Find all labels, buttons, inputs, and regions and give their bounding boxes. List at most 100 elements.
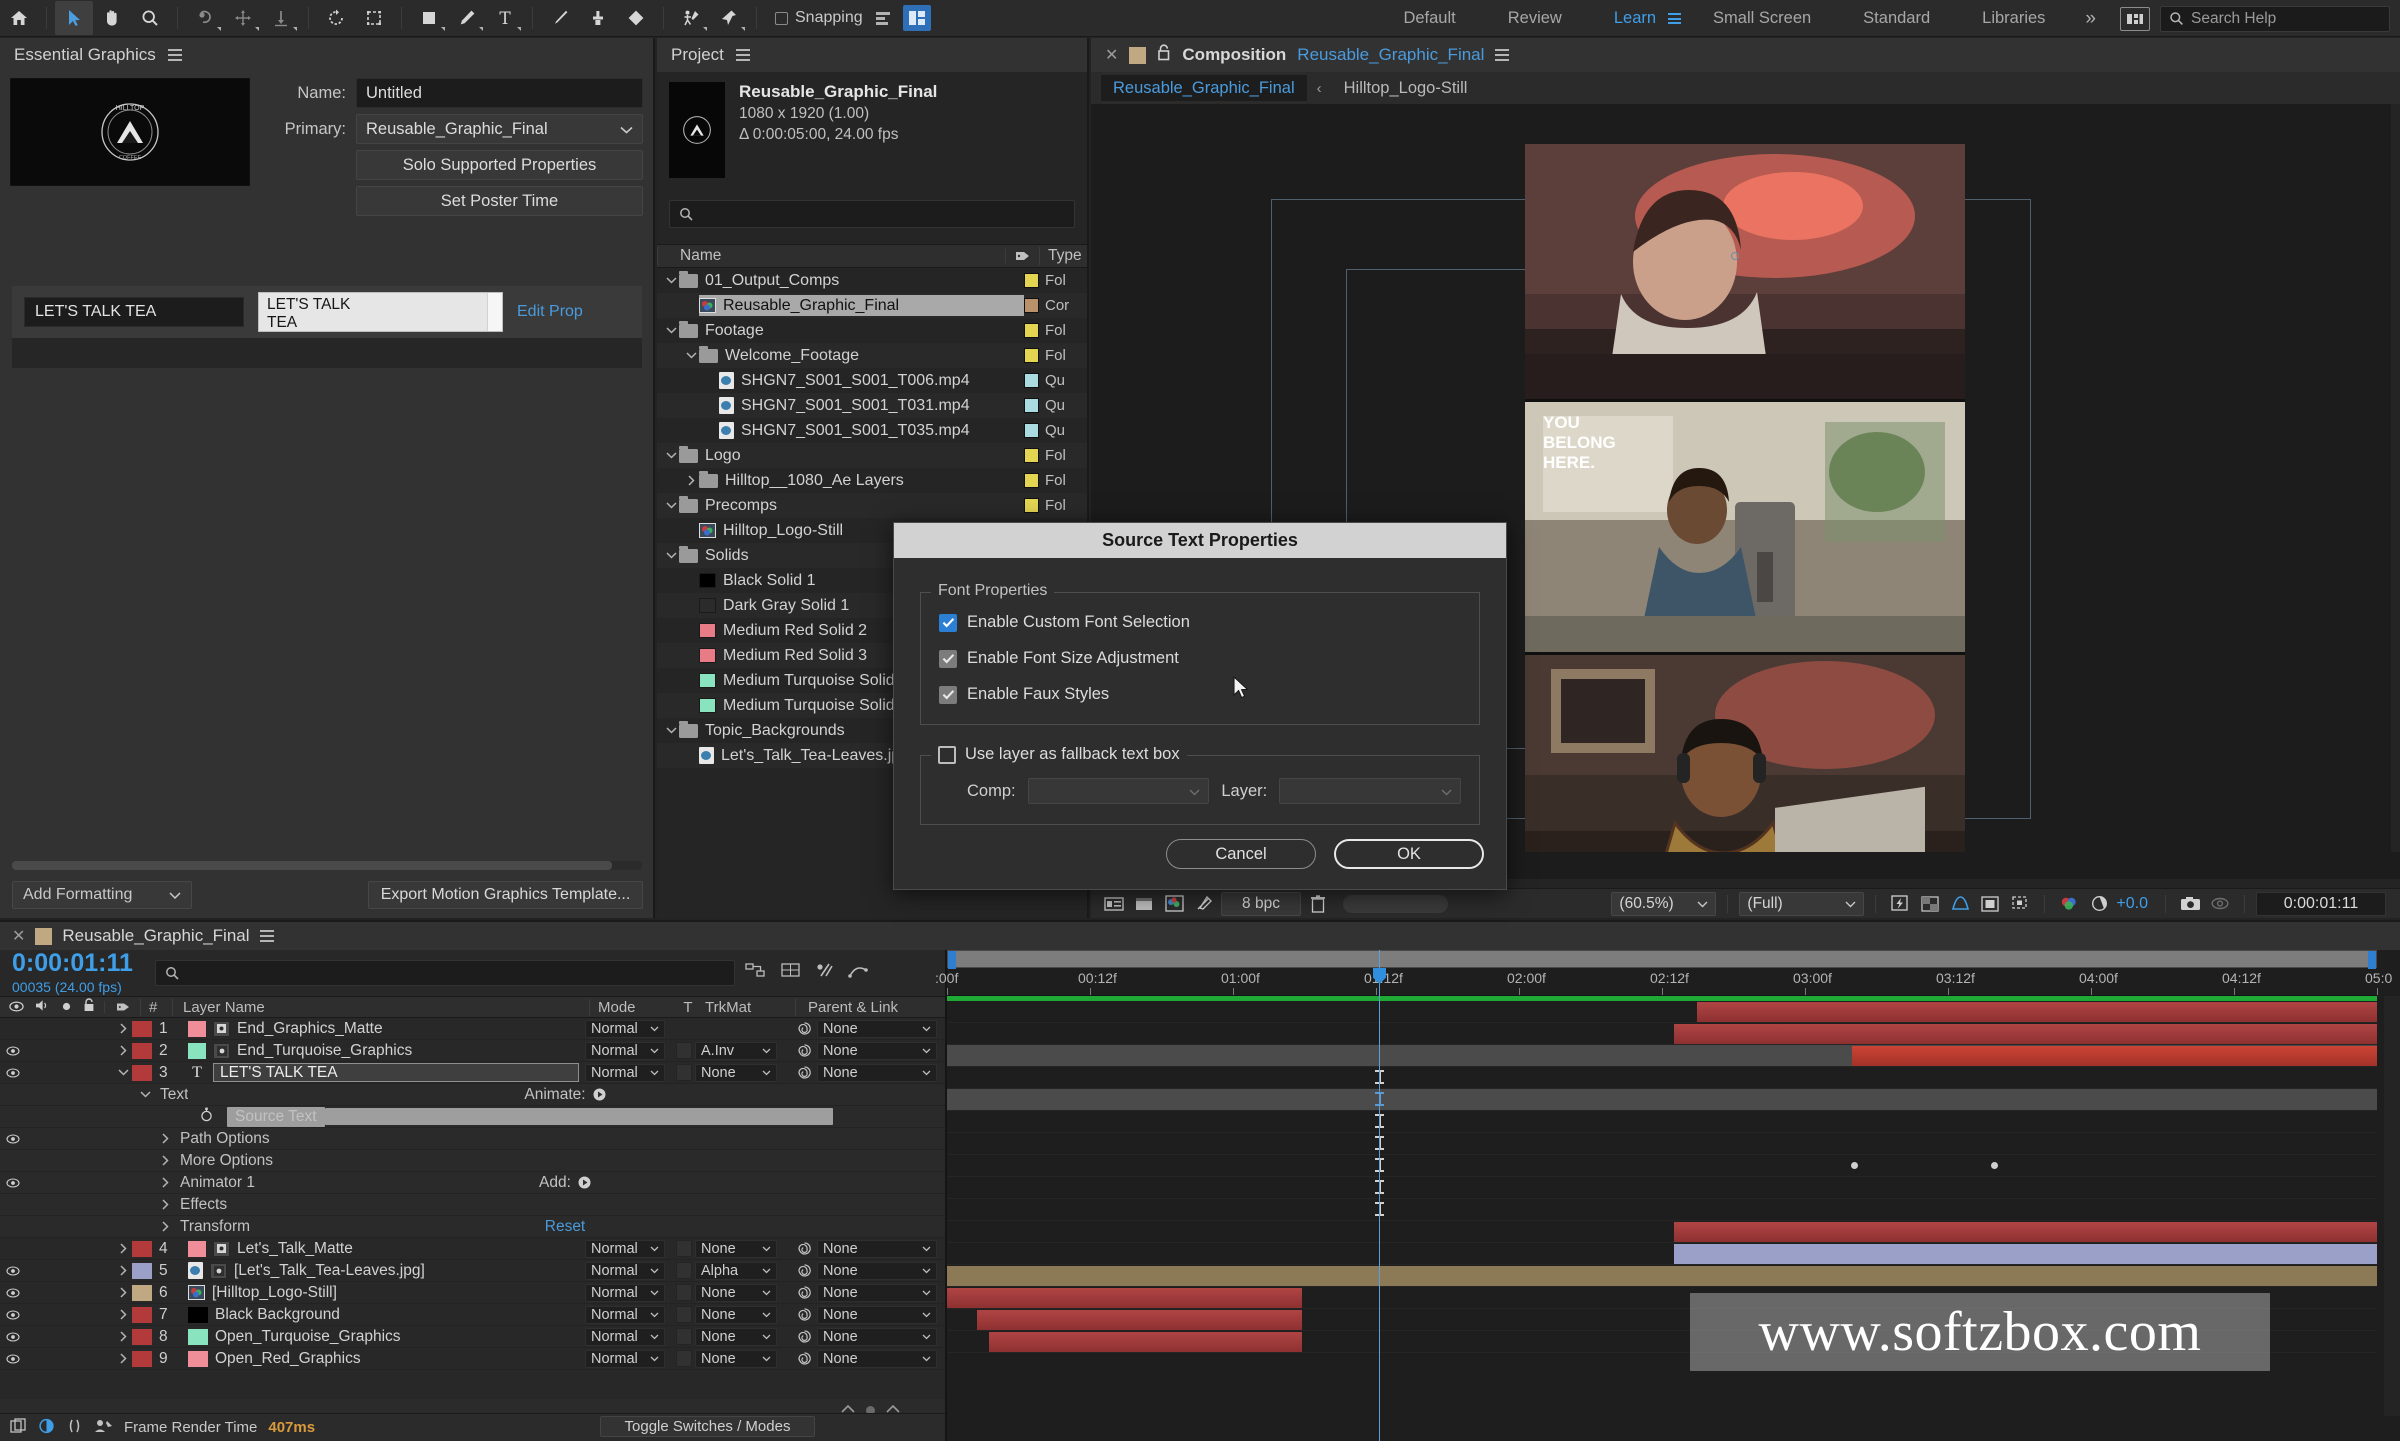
type-tool[interactable]: T (486, 1, 524, 35)
layer-label-swatch[interactable] (132, 1350, 152, 1367)
timeline-layer-bar[interactable] (1852, 1046, 2377, 1066)
project-row-name-cell[interactable]: Precomps (679, 495, 1024, 516)
edit-properties-link[interactable]: Edit Prop (517, 303, 583, 321)
project-row-label-swatch[interactable] (1024, 373, 1039, 388)
layer-label-swatch[interactable] (132, 1306, 152, 1323)
timeline-close-icon[interactable]: ✕ (12, 926, 25, 946)
property-name-cell[interactable]: More Options (174, 1152, 273, 1170)
timeline-layer-bar[interactable] (1674, 1024, 2377, 1044)
shape-tool[interactable] (410, 1, 448, 35)
layer-visibility-toggle[interactable] (0, 1287, 26, 1298)
layer-visibility-toggle[interactable] (0, 1265, 26, 1276)
snapping-control[interactable]: Snapping (775, 9, 863, 27)
show-snapshot-icon[interactable] (2207, 893, 2233, 915)
home-icon[interactable] (0, 1, 38, 35)
project-row-label-swatch[interactable] (1024, 423, 1039, 438)
eye-icon-header[interactable] (9, 999, 24, 1016)
project-row[interactable]: 01_Output_Comps Fol (657, 268, 1087, 293)
layer-mode-cell[interactable]: Normal (585, 1349, 673, 1368)
workspace-tab-standard[interactable]: Standard (1837, 0, 1956, 37)
project-row-name-cell[interactable]: Reusable_Graphic_Final (699, 295, 1024, 316)
essential-graphics-menu-icon[interactable] (167, 49, 182, 61)
layer-preserve-transparency-cell[interactable] (673, 1328, 695, 1345)
layer-preserve-transparency-cell[interactable] (673, 1064, 695, 1081)
project-row-disclosure[interactable] (663, 727, 679, 734)
timeline-property-row[interactable]: Source Text (0, 1106, 945, 1128)
layer-parent-cell[interactable]: None (817, 1239, 945, 1258)
stopwatch-icon[interactable] (200, 1107, 213, 1127)
layer-name-cell[interactable]: End_Turquoise_Graphics (182, 1042, 585, 1060)
layer-label-swatch[interactable] (132, 1064, 152, 1081)
layer-label-swatch[interactable] (132, 1240, 152, 1257)
layer-mode-cell[interactable]: Normal (585, 1019, 673, 1038)
project-row-name-cell[interactable]: SHGN7_S001_S001_T031.mp4 (719, 395, 1024, 416)
layer-preserve-transparency-cell[interactable] (673, 1350, 695, 1367)
layer-disclosure[interactable] (114, 1045, 132, 1056)
property-name-cell[interactable]: Path Options (174, 1130, 270, 1148)
project-row-name-cell[interactable]: Welcome_Footage (699, 345, 1024, 366)
layer-mode-select[interactable]: Normal (585, 1041, 665, 1060)
layer-name-cell[interactable]: [Hilltop_Logo-Still] (182, 1284, 585, 1302)
lock-icon[interactable] (1157, 44, 1171, 66)
unified-camera-tool[interactable] (224, 1, 262, 35)
timeline-bar-row[interactable] (947, 1133, 2377, 1155)
workspace-overflow-icon[interactable]: » (2071, 8, 2110, 30)
layer-mode-cell[interactable]: Normal (585, 1261, 673, 1280)
playhead[interactable] (1373, 950, 1386, 1441)
timeline-property-row[interactable]: More Options (0, 1150, 945, 1172)
property-disclosure[interactable] (156, 1221, 174, 1232)
property-name-cell[interactable]: Text (154, 1086, 188, 1104)
fast-preview-icon[interactable] (1887, 893, 1913, 915)
project-row-disclosure[interactable] (683, 475, 699, 486)
workspace-layout-icon[interactable] (2120, 6, 2150, 31)
project-row-name-cell[interactable]: SHGN7_S001_S001_T006.mp4 (719, 370, 1024, 391)
timeline-bar-row[interactable] (947, 1155, 2377, 1177)
project-row-name-cell[interactable]: Logo (679, 445, 1024, 466)
preserve-transparency-toggle[interactable] (676, 1306, 692, 1323)
label-column-header[interactable] (104, 1001, 140, 1013)
layer-label-swatch[interactable] (132, 1020, 152, 1037)
layer-trkmat-cell[interactable]: None (695, 1239, 791, 1258)
puppet-pin-tool[interactable] (710, 1, 748, 35)
enable-custom-font-selection-checkbox[interactable] (939, 613, 957, 632)
comp-timecode-display[interactable]: 0:00:01:11 (2256, 891, 2386, 916)
property-disclosure[interactable] (156, 1133, 174, 1144)
timeline-bar-row[interactable] (947, 1265, 2377, 1287)
layer-parent-cell[interactable]: None (817, 1041, 945, 1060)
layer-name-edit-field[interactable]: LET'S TALK TEA (213, 1063, 579, 1082)
rotation-tool[interactable] (186, 1, 224, 35)
layer-name-cell[interactable]: End_Graphics_Matte (182, 1020, 585, 1038)
timeline-layer-bar[interactable] (1674, 1244, 2377, 1264)
parent-pickwhip-icon[interactable] (791, 1307, 817, 1322)
preserve-transparency-toggle[interactable] (676, 1328, 692, 1345)
parent-pickwhip-icon[interactable] (791, 1329, 817, 1344)
project-row-name-cell[interactable]: 01_Output_Comps (679, 270, 1024, 291)
project-row-disclosure[interactable] (663, 452, 679, 459)
timeline-layer-row[interactable]: 9 Open_Red_Graphics Normal None None (0, 1348, 945, 1370)
timeline-graph-vscrollbar[interactable] (2384, 996, 2400, 1416)
property-visibility-toggle[interactable] (0, 1133, 26, 1144)
project-row-disclosure[interactable] (663, 552, 679, 559)
layer-parent-cell[interactable]: None (817, 1327, 945, 1346)
project-row-disclosure[interactable] (663, 327, 679, 334)
layer-label-swatch[interactable] (132, 1284, 152, 1301)
project-row[interactable]: SHGN7_S001_S001_T031.mp4 Qu (657, 393, 1087, 418)
essential-graphics-hscrollbar[interactable] (12, 861, 642, 870)
property-text-scrollbar[interactable] (487, 293, 502, 331)
add-control[interactable]: Add: (465, 1174, 665, 1192)
layer-label-swatch[interactable] (132, 1328, 152, 1345)
timeline-property-row[interactable]: Animator 1 Add: (0, 1172, 945, 1194)
parent-pickwhip-icon[interactable] (791, 1043, 817, 1058)
transparency-grid-icon[interactable] (1131, 893, 1157, 915)
parent-pickwhip-icon[interactable] (791, 1285, 817, 1300)
project-row-label-swatch[interactable] (1024, 348, 1039, 363)
layer-parent-select[interactable]: None (817, 1349, 937, 1368)
layer-parent-select[interactable]: None (817, 1261, 937, 1280)
audio-icon-header[interactable] (35, 999, 50, 1016)
layer-parent-cell[interactable]: None (817, 1261, 945, 1280)
snapshot-camera-icon[interactable] (2177, 893, 2203, 915)
project-row-label-swatch[interactable] (1024, 273, 1039, 288)
composition-mini-flowchart-icon[interactable] (745, 962, 766, 983)
timeline-bar-row[interactable] (947, 1089, 2377, 1111)
layer-preserve-transparency-cell[interactable] (673, 1284, 695, 1301)
